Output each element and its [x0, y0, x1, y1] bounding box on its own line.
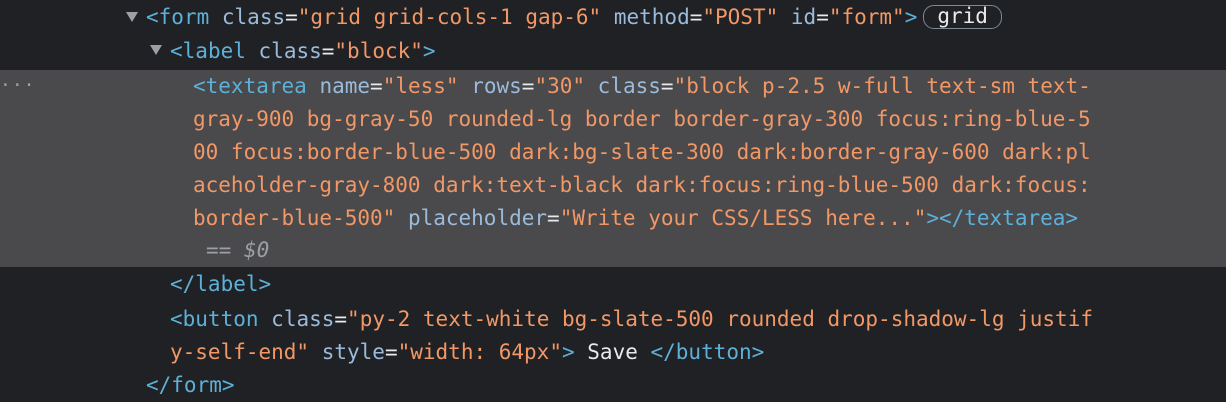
textarea-close-tag: ></textarea>	[926, 206, 1079, 230]
button-line-2[interactable]: y-self-end" style="width: 64px"> Save </…	[170, 336, 764, 369]
textarea-tag-name: <textarea	[193, 74, 307, 98]
label-close-bracket: >	[422, 39, 436, 63]
button-close-tag: </button>	[650, 340, 765, 364]
expand-label-triangle-icon[interactable]	[150, 45, 162, 55]
form-class-value[interactable]: "grid grid-cols-1 gap-6"	[298, 5, 601, 29]
form-id-attr[interactable]: id	[791, 5, 816, 29]
label-class-attr[interactable]: class	[259, 39, 322, 63]
button-tag-name: <button	[170, 307, 259, 331]
textarea-line-2[interactable]: gray-900 bg-gray-50 rounded-lg border bo…	[193, 103, 1091, 136]
form-open-bracket: <	[146, 5, 159, 29]
label-tag-name: label	[182, 39, 246, 63]
form-close-bracket: >	[904, 5, 918, 29]
button-open-bracket-end: >	[561, 340, 575, 364]
button-style-attr[interactable]: style	[322, 340, 385, 364]
textarea-class-value-end[interactable]: border-blue-500"	[193, 206, 395, 230]
textarea-line-4[interactable]: aceholder-gray-800 dark:text-black dark:…	[193, 169, 1091, 202]
grid-badge[interactable]: grid	[923, 5, 1002, 29]
equals-marker: ==	[206, 238, 232, 262]
textarea-name-attr[interactable]: name	[319, 74, 370, 98]
form-method-attr[interactable]: method	[614, 5, 690, 29]
selected-element-marker: == $0	[206, 234, 269, 267]
textarea-class-value[interactable]: "block p-2.5 w-full text-sm text-	[674, 74, 1091, 98]
form-id-value[interactable]: "form"	[829, 5, 905, 29]
form-tag-name: form	[158, 5, 210, 29]
textarea-rows-value[interactable]: "30"	[534, 74, 585, 98]
button-text-node[interactable]: Save	[575, 340, 651, 364]
textarea-class-attr[interactable]: class	[598, 74, 661, 98]
form-class-attr[interactable]: class	[222, 5, 285, 29]
ellipsis-icon[interactable]: ···	[0, 72, 40, 100]
textarea-line-1[interactable]: <textarea name="less" rows="30" class="b…	[193, 70, 1091, 103]
textarea-name-value[interactable]: "less"	[383, 74, 459, 98]
textarea-line-3[interactable]: 00 focus:border-blue-500 dark:bg-slate-3…	[193, 136, 1091, 169]
textarea-placeholder-value[interactable]: "Write your CSS/LESS here..."	[560, 206, 927, 230]
button-class-value[interactable]: "py-2 text-white bg-slate-500 rounded dr…	[347, 307, 1093, 331]
label-class-value[interactable]: "block"	[334, 39, 423, 63]
button-style-value[interactable]: "width: 64px"	[398, 340, 562, 364]
dollar-zero-ref: $0	[243, 238, 270, 262]
textarea-class-value-cont[interactable]: gray-900 bg-gray-50 rounded-lg border bo…	[193, 107, 1091, 131]
textarea-class-value-cont[interactable]: 00 focus:border-blue-500 dark:bg-slate-3…	[193, 140, 1091, 164]
label-close-tag[interactable]: </label>	[170, 268, 271, 301]
form-method-value[interactable]: "POST"	[702, 5, 778, 29]
button-line-1[interactable]: <button class="py-2 text-white bg-slate-…	[170, 303, 1093, 336]
button-class-value-end[interactable]: y-self-end"	[170, 340, 309, 364]
label-end-tag: </label>	[170, 272, 272, 296]
textarea-placeholder-attr[interactable]: placeholder	[408, 206, 547, 230]
form-close-tag[interactable]: </form>	[146, 369, 235, 402]
label-open-bracket: <	[170, 39, 183, 63]
form-open-tag[interactable]: <form class="grid grid-cols-1 gap-6" met…	[146, 1, 1002, 34]
button-class-attr[interactable]: class	[271, 307, 334, 331]
label-open-tag[interactable]: <label class="block">	[170, 35, 436, 68]
form-end-tag: </form>	[146, 373, 235, 397]
textarea-line-5[interactable]: border-blue-500" placeholder="Write your…	[193, 202, 1078, 235]
textarea-rows-attr[interactable]: rows	[471, 74, 522, 98]
expand-form-triangle-icon[interactable]	[126, 12, 138, 22]
textarea-class-value-cont[interactable]: aceholder-gray-800 dark:text-black dark:…	[193, 173, 1091, 197]
